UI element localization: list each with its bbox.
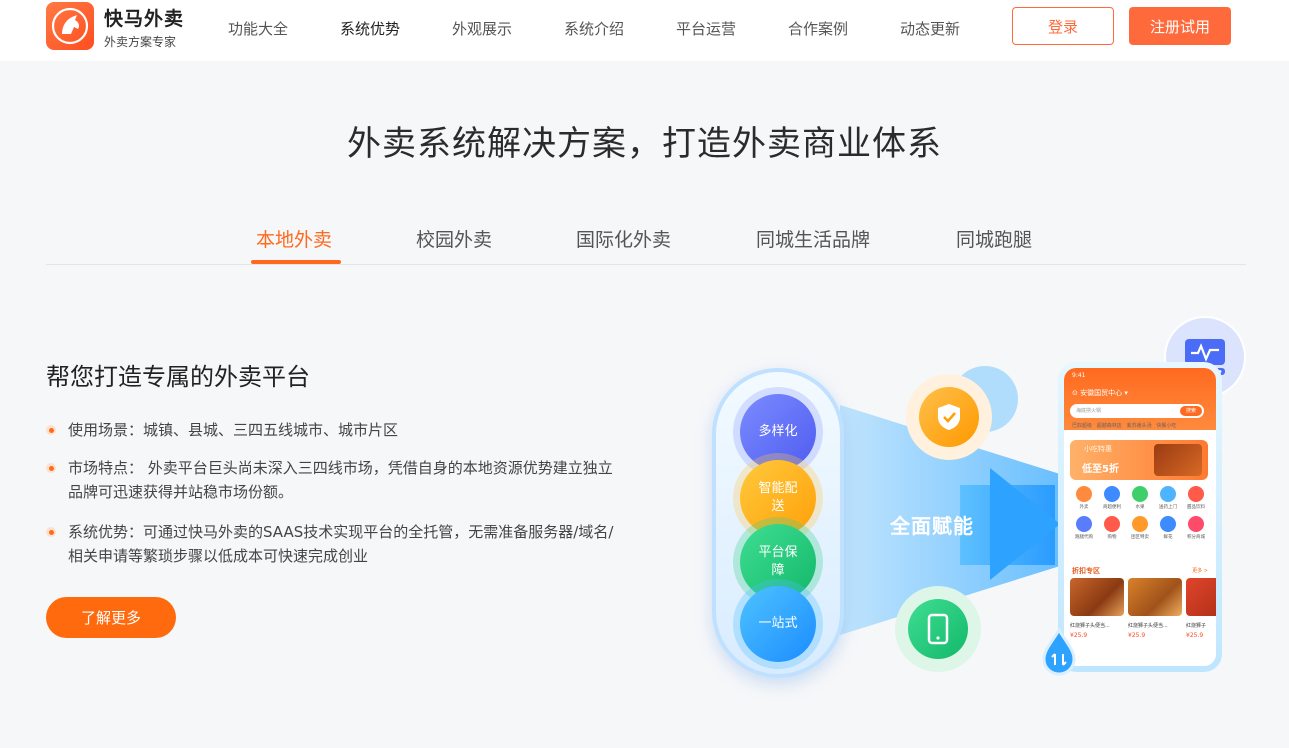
tabs-divider — [46, 264, 1246, 265]
phone-bubble — [895, 586, 981, 672]
nav-item-active[interactable]: 系统优势 — [340, 18, 400, 39]
banner-food-image — [1154, 444, 1202, 476]
food-card: 红烧狮子头便当... ¥25.9 — [1070, 578, 1124, 658]
learn-more-button[interactable]: 了解更多 — [46, 597, 176, 638]
shield-check-icon — [938, 404, 960, 430]
banner-title: 低至5折 — [1082, 464, 1119, 475]
phone-search-placeholder: 海底捞火锅 — [1076, 408, 1102, 414]
tab-international-delivery[interactable]: 国际化外卖 — [576, 225, 671, 252]
register-button[interactable]: 注册试用 — [1129, 7, 1231, 45]
smartphone-icon — [927, 613, 949, 645]
phone-more-link: 更多 > — [1192, 568, 1208, 574]
brand-name: 快马外卖 — [104, 8, 185, 30]
bullet-dot-icon — [46, 527, 56, 537]
shield-bubble — [906, 374, 992, 460]
brand-tagline: 外卖方案专家 — [104, 35, 177, 49]
nav-item[interactable]: 动态更新 — [900, 18, 960, 39]
bullet-dot-icon — [46, 463, 56, 473]
phone-category-grid: 外卖 商超便利 水果 送药上门 甜品饮料 跑腿代购 购物 团区特卖 鲜花 积分商… — [1070, 486, 1210, 540]
nav-item[interactable]: 合作案例 — [788, 18, 848, 39]
food-card: 红烧狮子头便当... ¥25.9 — [1128, 578, 1182, 658]
water-drop-badge — [1040, 628, 1078, 676]
water-drop-icon — [1042, 628, 1076, 676]
phone-discount-title: 折扣专区 — [1072, 567, 1100, 575]
horse-logo-icon — [51, 7, 89, 45]
feature-circle-one-stop: 一站式 — [740, 586, 816, 662]
beam-label: 全面赋能 — [890, 514, 974, 538]
bullet-text: 系统优势：可通过快马外卖的SAAS技术实现平台的全托管，无需准备服务器/域名/相… — [68, 523, 614, 565]
phone-time: 9:41 — [1072, 372, 1086, 379]
nav-item[interactable]: 系统介绍 — [564, 18, 624, 39]
bullet-text: 市场特点： 外卖平台巨头尚未深入三四线市场，凭借自身的本地资源优势建立独立品牌可… — [68, 459, 613, 501]
food-image — [1186, 578, 1216, 616]
bullet-market: 市场特点： 外卖平台巨头尚未深入三四线市场，凭借自身的本地资源优势建立独立品牌可… — [46, 456, 616, 504]
illustration: 全面赋能 多样化 智能配送 平台保障 一站式 9:41 ⊙ 安徽国贸中心 ▾ 海… — [700, 310, 1260, 690]
active-tab-indicator — [251, 260, 341, 264]
tab-local-delivery[interactable]: 本地外卖 — [256, 225, 332, 252]
bullet-dot-icon — [46, 425, 56, 435]
section-title: 帮您打造专属的外卖平台 — [46, 363, 310, 391]
login-button[interactable]: 登录 — [1012, 7, 1114, 45]
phone-search-button: 搜索 — [1180, 406, 1202, 416]
nav-item[interactable]: 平台运营 — [676, 18, 736, 39]
brand-logo[interactable] — [46, 2, 94, 50]
phone-location: ⊙ 安徽国贸中心 ▾ — [1072, 389, 1128, 397]
bullet-advantage: 系统优势：可通过快马外卖的SAAS技术实现平台的全托管，无需准备服务器/域名/相… — [46, 520, 616, 568]
hero-title: 外卖系统解决方案，打造外卖商业体系 — [347, 124, 942, 164]
top-header: 快马外卖 外卖方案专家 功能大全 系统优势 外观展示 系统介绍 平台运营 合作案… — [0, 0, 1289, 61]
tab-city-life-brand[interactable]: 同城生活品牌 — [756, 225, 870, 252]
food-image — [1128, 578, 1182, 616]
bullet-text: 使用场景：城镇、县城、三四五线城市、城市片区 — [68, 421, 399, 439]
phone-banner: 小吃特惠 低至5折 — [1070, 440, 1208, 480]
phone-tags: 巴奴超级 超越森林店 紫苏番头汤 快餐小吃 — [1072, 423, 1177, 429]
nav-item[interactable]: 功能大全 — [228, 18, 288, 39]
tab-city-errand[interactable]: 同城跑腿 — [956, 225, 1032, 252]
tab-campus-delivery[interactable]: 校园外卖 — [416, 225, 492, 252]
banner-subtitle: 小吃特惠 — [1084, 445, 1112, 453]
phone-search-bar: 海底捞火锅 搜索 — [1070, 404, 1204, 418]
food-card: 红烧狮子 ¥25.9 — [1186, 578, 1216, 658]
nav-item[interactable]: 外观展示 — [452, 18, 512, 39]
food-image — [1070, 578, 1124, 616]
phone-mockup: 9:41 ⊙ 安徽国贸中心 ▾ 海底捞火锅 搜索 巴奴超级 超越森林店 紫苏番头… — [1058, 362, 1222, 672]
bullet-scenario: 使用场景：城镇、县城、三四五线城市、城市片区 — [46, 418, 606, 442]
phone-screen: 9:41 ⊙ 安徽国贸中心 ▾ 海底捞火锅 搜索 巴奴超级 超越森林店 紫苏番头… — [1064, 368, 1216, 666]
